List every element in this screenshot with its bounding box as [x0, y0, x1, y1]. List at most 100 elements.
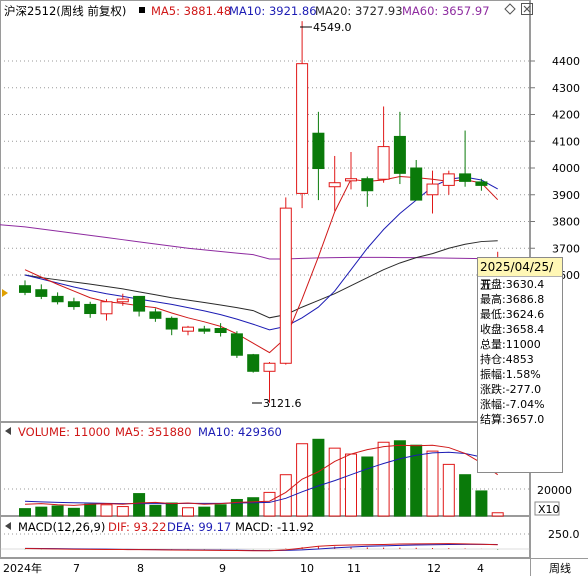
volume-bar-2: [51, 505, 64, 517]
diamond-icon[interactable]: [504, 3, 516, 15]
y-tick-label-4100: 4100: [552, 135, 580, 148]
volume-bar-17: [296, 443, 309, 517]
candle-19: [328, 155, 341, 211]
info-close: 收盘:3658.4: [480, 323, 545, 336]
y-tick-label-3900: 3900: [552, 189, 580, 202]
time-axis: 2024年 7 8 9 10 11 12 4 周线: [3, 561, 571, 575]
candle-body: [84, 303, 97, 315]
candle-4: [84, 301, 97, 318]
info-high: 最高:3686.8: [480, 293, 545, 306]
x-label-dec: 12: [427, 562, 441, 575]
candle-body: [312, 132, 325, 170]
high-annotation: 4549.0: [313, 21, 352, 34]
x-label-sep: 9: [219, 562, 226, 575]
info-change: 涨跌:-277.0: [480, 383, 542, 396]
volume-bar-5: [100, 504, 113, 517]
volume-bar-9: [165, 502, 178, 517]
info-amplitude: 振幅:1.58%: [480, 368, 541, 381]
volume-bar-29: [491, 512, 504, 517]
close-icon[interactable]: [521, 3, 533, 15]
candle-10: [182, 325, 194, 336]
volume-ma5-label: MA5: 351880: [115, 425, 192, 439]
candle-11: [198, 325, 211, 334]
price-grid: [0, 60, 530, 535]
candle-23: [393, 111, 406, 185]
period-label: 周线: [549, 561, 571, 575]
candle-body: [377, 146, 390, 180]
candle-25: [426, 170, 439, 214]
candle-body: [182, 326, 194, 332]
macd-value-label: MACD: -11.92: [235, 520, 314, 534]
x-label-nov: 11: [347, 562, 361, 575]
volume-multiplier: X10: [538, 503, 560, 516]
candle-22: [377, 106, 390, 183]
candle-5: [100, 299, 113, 321]
ma60-line: [0, 224, 498, 260]
candle-14: [247, 353, 260, 373]
volume-bar-27: [459, 474, 472, 517]
info-open-interest: 持仓:4853: [480, 353, 534, 366]
candle-body: [345, 178, 357, 182]
candle-body: [230, 333, 243, 356]
volume-bar-4: [84, 503, 97, 517]
info-change-pct: 涨幅:-7.04%: [480, 398, 545, 411]
info-volume: 总量:11000: [480, 338, 541, 351]
candle-body: [328, 182, 341, 188]
volume-scale-label: 20000: [537, 484, 572, 497]
candle-body: [459, 173, 472, 182]
y-tick-label-4400: 4400: [552, 55, 580, 68]
ma10-label: MA10: 3921.86: [229, 4, 317, 18]
y-tick-label-4000: 4000: [552, 162, 580, 175]
volume-bar-23: [393, 440, 406, 517]
ma60-label: MA60: 3657.97: [402, 4, 490, 18]
candle-18: [312, 111, 325, 201]
candle-body: [393, 135, 406, 174]
moving-average-lines: [0, 176, 499, 354]
y-tick-label-4200: 4200: [552, 109, 580, 122]
ma5-line: [24, 176, 499, 354]
candle-body: [51, 295, 64, 303]
candle-body: [149, 311, 162, 319]
price-axis: 360037003800390040004100420043004400: [530, 55, 580, 282]
volume-ma10-label: MA10: 429360: [198, 425, 282, 439]
volume-bar-21: [361, 456, 374, 517]
volume-bar-6: [116, 506, 129, 517]
info-open: 开盘:3630.4: [480, 278, 545, 291]
macd-collapse-icon[interactable]: [5, 522, 11, 530]
volume-bar-10: [182, 507, 194, 517]
candle-body: [426, 183, 439, 196]
macd-lines: [24, 543, 498, 552]
candlesticks: [19, 21, 504, 403]
macd-label: MACD(12,26,9): [18, 520, 105, 534]
candle-13: [230, 331, 243, 358]
bar-info-tooltip: 2025/04/25/五 开盘:3630.4 最高:3686.8 最低:3624…: [477, 257, 563, 473]
volume-bar-8: [149, 504, 162, 517]
candle-26: [442, 170, 455, 195]
volume-bar-0: [19, 508, 31, 517]
candle-body: [475, 181, 488, 186]
candle-8: [149, 308, 162, 322]
volume-bar-25: [426, 450, 439, 517]
volume-bar-26: [442, 463, 455, 517]
x-label-jul: 7: [73, 562, 80, 575]
volume-bar-16: [279, 474, 292, 517]
volume-bar-28: [475, 490, 488, 517]
volume-collapse-icon[interactable]: [5, 427, 11, 435]
candle-2: [51, 292, 64, 305]
candle-body: [442, 173, 455, 186]
header-bullet-icon: [139, 7, 145, 13]
volume-bar-22: [377, 441, 390, 517]
candle-body: [100, 301, 113, 315]
candle-24: [410, 159, 423, 201]
volume-label: VOLUME: 11000: [18, 425, 110, 439]
main-panel-frame: [0, 0, 530, 422]
candle-body: [263, 362, 276, 372]
candle-16: [279, 197, 292, 365]
info-low: 最低:3624.6: [480, 308, 545, 321]
low-annotation: 3121.6: [263, 397, 302, 410]
candle-17: [296, 21, 309, 209]
macd-header: MACD(12,26,9) DIF: 93.22 DEA: 99.17 MACD…: [5, 520, 580, 541]
info-date: 2025/04/25/五: [478, 258, 562, 292]
candle-body: [214, 328, 227, 334]
candle-7: [133, 295, 146, 317]
